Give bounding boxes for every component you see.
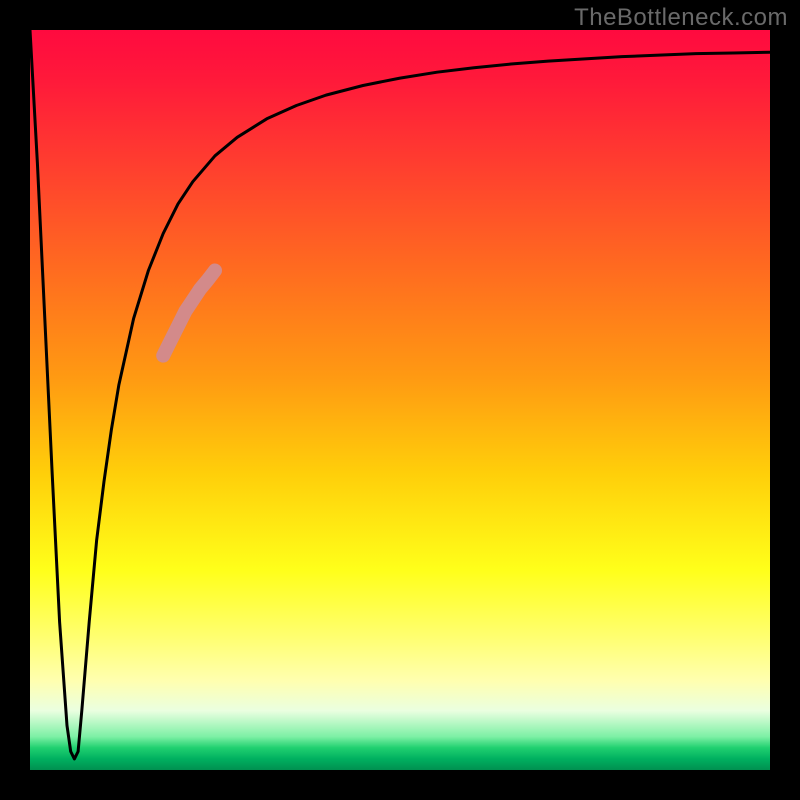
- bottleneck-curve: [30, 30, 770, 759]
- curve-layer: [30, 30, 770, 770]
- plot-area: [30, 30, 770, 770]
- chart-frame: TheBottleneck.com: [0, 0, 800, 800]
- highlight-segment: [163, 271, 215, 356]
- watermark-text: TheBottleneck.com: [574, 4, 788, 32]
